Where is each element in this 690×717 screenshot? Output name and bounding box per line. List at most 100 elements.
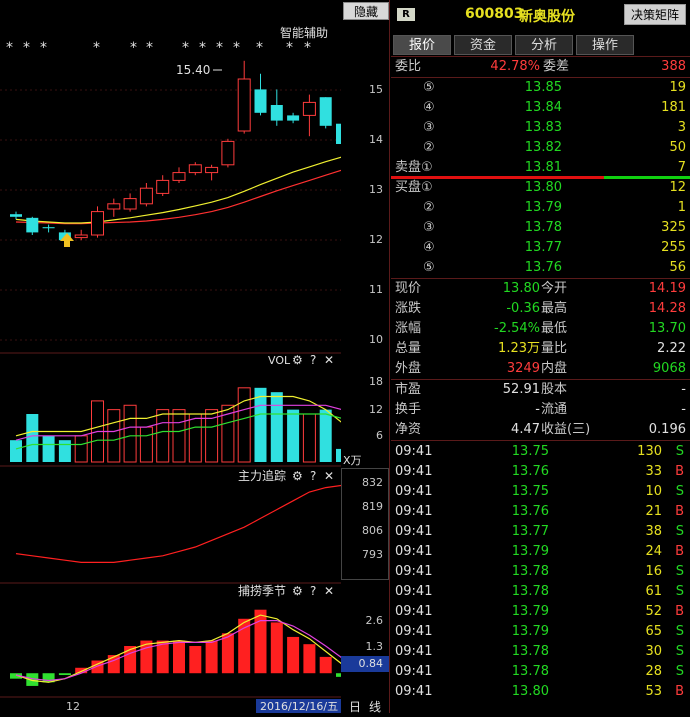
period-day[interactable]: 日 [349, 698, 361, 715]
ask-price: 13.84 [524, 100, 562, 115]
tick-time: 09:41 [395, 544, 433, 559]
price-tick: 10 [369, 333, 383, 346]
kline-chart-svg[interactable]: * * * * * * * * * * * * * 智能辅助 15.40 VOL ⚙ ? ✕ 主力追踪 … [0, 0, 348, 713]
bid-row[interactable]: ⑤ 13.76 56 [391, 258, 690, 278]
tick-row[interactable]: 09:41 13.75 130 S [391, 442, 690, 462]
price-axis: 隐藏>> 15 14 13 12 11 10 18 12 6 X万 832 81… [341, 0, 390, 715]
bid-row[interactable]: 买盘① 13.80 12 [391, 178, 690, 198]
tick-row[interactable]: 09:41 13.79 52 B [391, 602, 690, 622]
fund-row: 换手 - 流通 - [391, 400, 690, 420]
signal-star: * [40, 40, 47, 56]
signal-star: * [93, 40, 100, 56]
decision-matrix-button[interactable]: 决策矩阵 [624, 4, 686, 25]
tick-row[interactable]: 09:41 13.77 38 S [391, 522, 690, 542]
season-bar [75, 667, 88, 674]
bid-level: ② [423, 200, 435, 215]
vol-unit: X万 [343, 454, 362, 467]
fund-label: 市盈 [395, 382, 422, 397]
season-gear-icon[interactable]: ⚙ [292, 584, 303, 598]
volume-bar [188, 413, 202, 463]
tick-price: 13.78 [511, 644, 549, 659]
tick-side: S [675, 524, 684, 539]
tick-volume: 38 [645, 524, 662, 539]
ask-row[interactable]: ③ 13.83 3 [391, 118, 690, 138]
main-gear-icon[interactable]: ⚙ [292, 469, 303, 483]
tick-row[interactable]: 09:41 13.78 28 S [391, 662, 690, 682]
ask-price: 13.85 [524, 80, 562, 95]
fund-label: 股本 [541, 382, 568, 397]
tick-side: S [675, 644, 684, 659]
quote-row: 现价 13.80 今开 14.19 [391, 279, 690, 299]
signal-star: * [304, 40, 311, 56]
tick-time: 09:41 [395, 644, 433, 659]
tick-row[interactable]: 09:41 13.78 16 S [391, 562, 690, 582]
stat-value: 3249 [506, 361, 540, 376]
tab-quote[interactable]: 报价 [393, 35, 451, 55]
season-tick: 1.3 [365, 640, 384, 653]
tick-row[interactable]: 09:41 13.80 53 B [391, 682, 690, 702]
tick-row[interactable]: 09:41 13.76 33 B [391, 462, 690, 482]
stock-code: 600803 [465, 6, 524, 22]
ask-volume: 50 [669, 140, 686, 155]
tick-row[interactable]: 09:41 13.78 30 S [391, 642, 690, 662]
ask-row[interactable]: 卖盘① 13.81 7 [391, 158, 690, 178]
tick-side: S [675, 444, 684, 459]
tick-price: 13.75 [511, 484, 549, 499]
vol-title: VOL [268, 354, 291, 367]
price-tick: 14 [369, 133, 383, 146]
fund-row: 市盈 52.91 股本 - [391, 380, 690, 400]
volume-bar [172, 409, 186, 463]
ask-row[interactable]: ② 13.82 50 [391, 138, 690, 158]
bid-price: 13.79 [524, 200, 562, 215]
bid-price: 13.76 [524, 260, 562, 275]
tick-time: 09:41 [395, 564, 433, 579]
quote-row: 涨幅 -2.54% 最低 13.70 [391, 319, 690, 339]
tick-row[interactable]: 09:41 13.78 61 S [391, 582, 690, 602]
wei-bi-label: 委比 [395, 59, 422, 74]
tick-row[interactable]: 09:41 13.75 10 S [391, 482, 690, 502]
tab-analysis[interactable]: 分析 [515, 35, 573, 55]
bid-row[interactable]: ② 13.79 1 [391, 198, 690, 218]
ask-row[interactable]: ④ 13.84 181 [391, 98, 690, 118]
stat-label: 涨跌 [395, 301, 422, 316]
ask-level: ④ [423, 100, 435, 115]
price-tick: 11 [369, 283, 383, 296]
vol-gear-icon[interactable]: ⚙ [292, 353, 303, 367]
kline-chart-panel[interactable]: * * * * * * * * * * * * * 智能辅助 15.40 VOL ⚙ ? ✕ 主力追踪 … [0, 0, 348, 713]
tick-row[interactable]: 09:41 13.79 65 S [391, 622, 690, 642]
stat-value: 14.19 [648, 281, 686, 296]
season-close-icon[interactable]: ✕ [324, 584, 334, 598]
stat-value: 1.23万 [498, 341, 540, 356]
vol-help-icon[interactable]: ? [310, 353, 316, 367]
vol-tick: 12 [369, 403, 383, 416]
volume-bar [287, 409, 300, 462]
bid-row[interactable]: ③ 13.78 325 [391, 218, 690, 238]
bid-row[interactable]: ④ 13.77 255 [391, 238, 690, 258]
candle [74, 229, 88, 241]
tick-side: S [675, 664, 684, 679]
high-marker: 15.40 [176, 63, 210, 77]
smart-assist-label[interactable]: 智能辅助 [280, 25, 328, 40]
tick-row[interactable]: 09:41 13.76 21 B [391, 502, 690, 522]
tick-row[interactable]: 09:41 13.79 24 B [391, 542, 690, 562]
wei-cha-label: 委差 [543, 59, 570, 74]
stat-label: 涨幅 [395, 321, 422, 336]
tab-funds[interactable]: 资金 [454, 35, 512, 55]
period-line[interactable]: 线 [369, 698, 381, 715]
season-bar [189, 646, 202, 674]
quote-header: R 600803 新奥股份 决策矩阵 [391, 0, 690, 32]
season-help-icon[interactable]: ? [310, 584, 316, 598]
vol-close-icon[interactable]: ✕ [324, 353, 334, 367]
stat-label: 量比 [541, 341, 568, 356]
ask-volume: 19 [669, 80, 686, 95]
season-bar [58, 673, 71, 676]
hide-button[interactable]: 隐藏>> [343, 2, 389, 37]
tab-operation[interactable]: 操作 [576, 35, 634, 55]
main-close-icon[interactable]: ✕ [324, 469, 334, 483]
date-tick: 12 [66, 700, 80, 713]
season-bar [173, 640, 185, 674]
main-help-icon[interactable]: ? [310, 469, 316, 483]
ask-row[interactable]: ⑤ 13.85 19 [391, 78, 690, 98]
fund-value: 52.91 [502, 382, 540, 397]
vol-tick: 18 [369, 375, 383, 388]
